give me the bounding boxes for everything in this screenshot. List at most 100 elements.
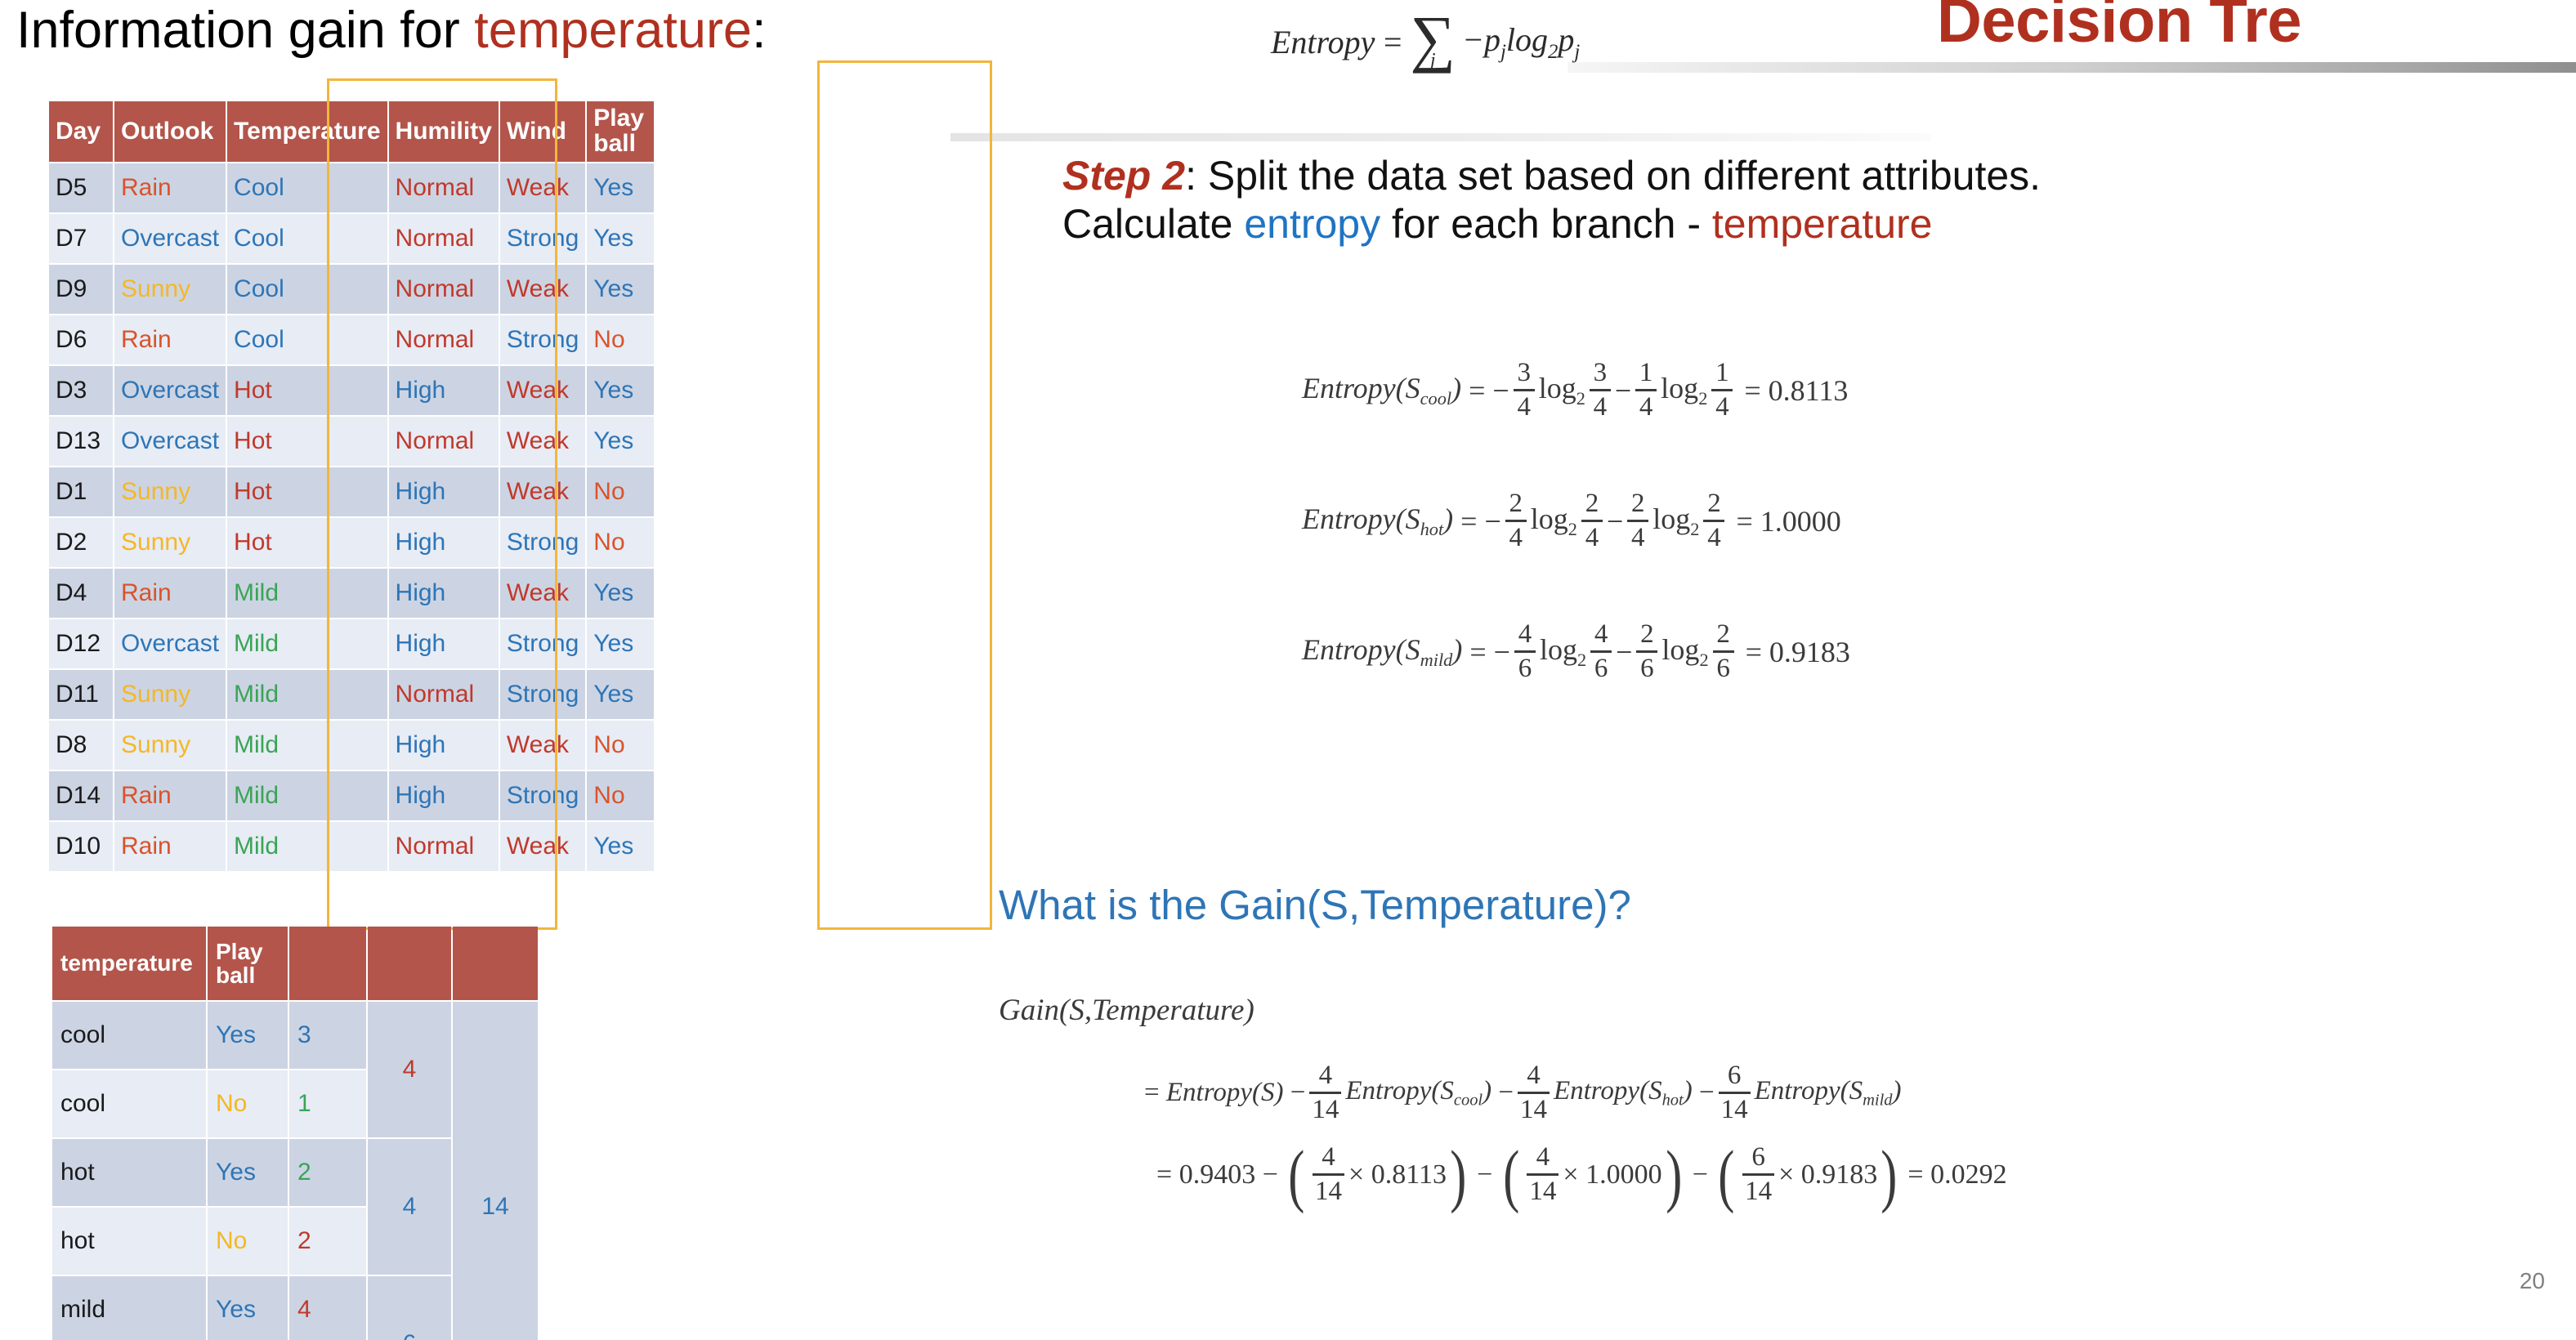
cell-play-ball: Yes [587, 619, 655, 668]
summary-header-row: temperature Play ball [52, 927, 538, 1000]
gain-question-text: What is the Gain(S,Temperature)? [999, 882, 1631, 928]
cell-play-ball: No [587, 315, 655, 364]
temperature-keyword: temperature [1711, 201, 1933, 247]
title-underline-rule [1568, 62, 2576, 73]
summary-cell-count: 1 [289, 1070, 366, 1137]
column-header-play-ball: Play ball [587, 101, 655, 162]
cell-day: D1 [49, 467, 113, 516]
cell-day: D10 [49, 822, 113, 871]
cell-day: D6 [49, 315, 113, 364]
summary-header-count [289, 927, 366, 1000]
step2-label: Step 2 [1062, 153, 1186, 199]
cell-play-ball: Yes [587, 265, 655, 314]
equation-entropy-cool: Entropy(Scool) = − 34 log2 34 − 14 log2 … [1302, 358, 1849, 422]
entropy-definition-formula: Entropy = ∑ j −pjlog2pj [1271, 2, 1581, 74]
entropy-label: Entropy [1271, 24, 1375, 61]
cell-day: D3 [49, 366, 113, 415]
summary-table-body: cool Yes 3 4 14 cool No 1 hot Yes 2 4 hot No 2 mild Yes 4… [52, 1002, 538, 1340]
gain-line-2: = 0.9403 − ( 4 14 × 0.8113 ) − ( 4 14 × 1.… [1156, 1135, 2007, 1214]
summary-cell-play-ball: Yes [208, 1002, 288, 1069]
entropy-mild-value: 0.9183 [1769, 635, 1850, 668]
cell-day: D9 [49, 265, 113, 314]
summary-cell-grand-total: 14 [453, 1002, 538, 1340]
page-title-highlight: temperature [474, 2, 752, 59]
summary-cell-temperature: hot [52, 1208, 206, 1275]
cell-day: D2 [49, 518, 113, 567]
entropy-equals: = [1381, 24, 1404, 61]
entropy-s-value: 0.9403 [1178, 1159, 1256, 1190]
summary-header-temperature: temperature [52, 927, 206, 1000]
cell-day: D13 [49, 417, 113, 466]
deck-title: Decision Tre [1937, 0, 2301, 56]
cell-day: D11 [49, 670, 113, 719]
cell-play-ball: Yes [587, 214, 655, 263]
cell-day: D12 [49, 619, 113, 668]
summary-cell-count: 4 [289, 1276, 366, 1340]
summary-cell-temperature: cool [52, 1002, 206, 1069]
cell-outlook: Rain [114, 569, 226, 618]
step2-line2: Calculate entropy for each branch - temp… [1062, 201, 1933, 247]
secondary-rule [950, 133, 1931, 141]
column-header-day: Day [49, 101, 113, 162]
summary-header-total [453, 927, 538, 1000]
summary-cell-play-ball: Yes [208, 1139, 288, 1206]
slide-canvas: Decision Tre Information gain for temper… [0, 0, 2576, 1340]
equation-entropy-mild: Entropy(Smild) = − 46 log2 46 − 26 log2 … [1302, 619, 1850, 683]
cell-outlook: Sunny [114, 670, 226, 719]
page-title-suffix: : [751, 2, 767, 59]
page-title-prefix: Information gain for [16, 2, 475, 59]
summation-symbol: ∑ j [1410, 2, 1456, 74]
cell-play-ball: Yes [587, 163, 655, 212]
step2-line1: Step 2: Split the data set based on diff… [1062, 153, 2042, 199]
cell-play-ball: Yes [587, 822, 655, 871]
summary-cell-count: 2 [289, 1139, 366, 1206]
cell-outlook: Sunny [114, 518, 226, 567]
play-ball-column-highlight-box [817, 60, 992, 930]
entropy-rhs: −pjlog2pj [1462, 21, 1581, 64]
cell-outlook: Rain [114, 822, 226, 871]
cell-play-ball: No [587, 467, 655, 516]
summary-table-head: temperature Play ball [52, 927, 538, 1000]
cell-day: D5 [49, 163, 113, 212]
summary-cell-temperature: mild [52, 1276, 206, 1340]
summary-cell-group-total: 6 [368, 1276, 451, 1340]
summary-header-play-ball: Play ball [208, 927, 288, 1000]
cell-day: D4 [49, 569, 113, 618]
column-header-outlook: Outlook [114, 101, 226, 162]
summary-cell-play-ball: No [208, 1070, 288, 1137]
summary-cell-temperature: hot [52, 1139, 206, 1206]
cell-outlook: Sunny [114, 467, 226, 516]
cell-play-ball: Yes [587, 366, 655, 415]
summary-header-group [368, 927, 451, 1000]
cell-outlook: Rain [114, 315, 226, 364]
page-number: 20 [2519, 1268, 2545, 1293]
cell-outlook: Sunny [114, 265, 226, 314]
entropy-keyword: entropy [1244, 201, 1381, 247]
cell-play-ball: Yes [587, 417, 655, 466]
entropy-cool-value: 0.8113 [1768, 373, 1849, 407]
cell-day: D8 [49, 721, 113, 770]
summary-cell-play-ball: Yes [208, 1276, 288, 1340]
summary-cell-group-total: 4 [368, 1139, 451, 1275]
summary-cell-group-total: 4 [368, 1002, 451, 1137]
list-item: cool Yes 3 4 14 [52, 1002, 538, 1340]
cell-day: D14 [49, 771, 113, 820]
equation-entropy-hot: Entropy(Shot) = − 24 log2 24 − 24 log2 2… [1302, 489, 1841, 552]
gain-line-1: = Entropy(S) − 4 14 Entropy(Scool) − 4 14 … [1144, 1061, 1902, 1124]
cell-outlook: Overcast [114, 366, 226, 415]
gain-result-value: 0.0292 [1930, 1159, 2007, 1190]
cell-play-ball: No [587, 771, 655, 820]
step2-instruction: Step 2: Split the data set based on diff… [1062, 152, 2550, 248]
temperature-summary-table: temperature Play ball cool Yes 3 4 14 cool No 1… [51, 925, 539, 1340]
cell-outlook: Overcast [114, 214, 226, 263]
cell-play-ball: Yes [587, 670, 655, 719]
entropy-hot-value: 1.0000 [1760, 504, 1841, 538]
summary-cell-play-ball: No [208, 1208, 288, 1275]
cell-outlook: Overcast [114, 417, 226, 466]
gain-expression-label: Gain(S,Temperature) [999, 994, 1254, 1027]
cell-day: D7 [49, 214, 113, 263]
cell-outlook: Rain [114, 771, 226, 820]
cell-play-ball: No [587, 518, 655, 567]
temperature-column-highlight-box [327, 78, 557, 930]
cell-outlook: Rain [114, 163, 226, 212]
